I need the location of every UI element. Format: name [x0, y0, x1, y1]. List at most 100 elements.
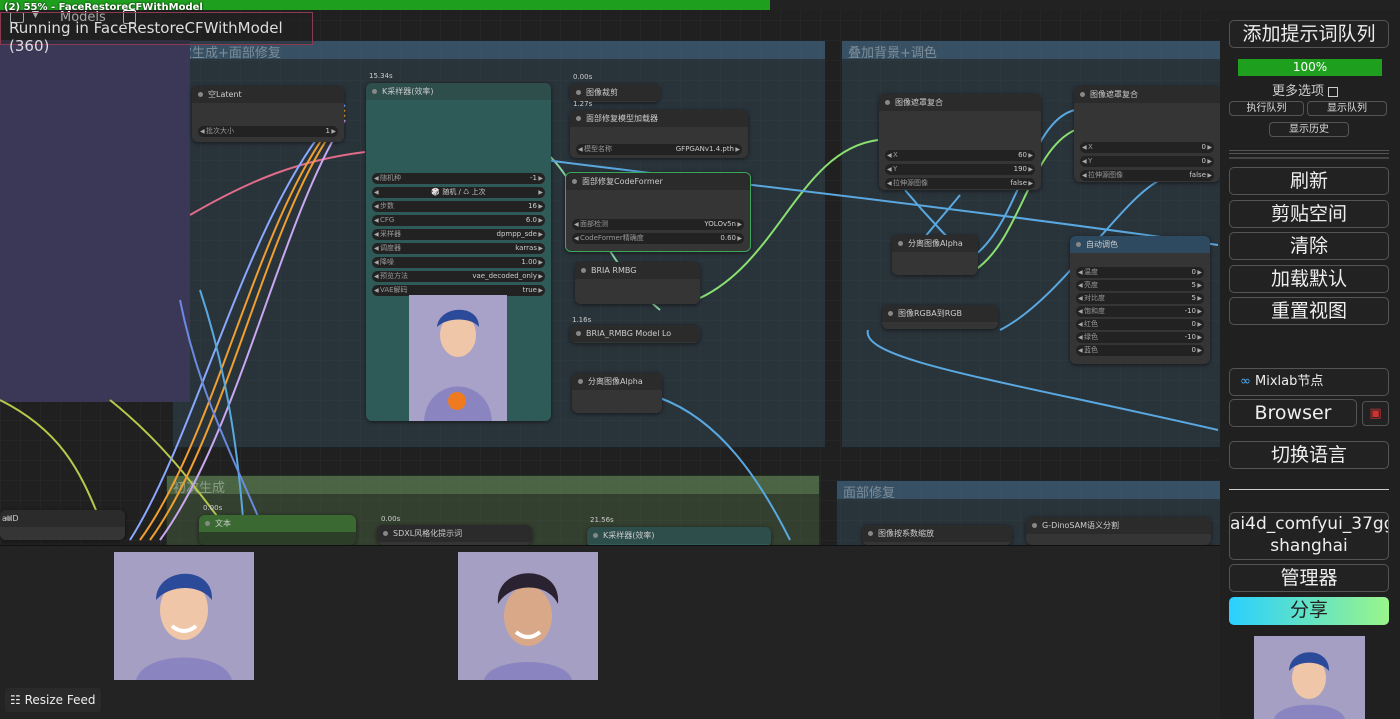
node-ksampler-2[interactable]: K采样器(效率)	[587, 527, 771, 545]
browser-button[interactable]: Browser	[1229, 399, 1357, 427]
node-split-alpha[interactable]: 分离图像Alpha	[892, 235, 978, 275]
widget-value: 1.00	[521, 258, 537, 266]
temperature-widget[interactable]: 温度 0	[1076, 267, 1204, 278]
manager-button[interactable]: 管理器	[1229, 564, 1389, 592]
node-title: 自动调色	[1070, 236, 1210, 253]
node-title: 图像遮罩复合	[1074, 86, 1220, 103]
widget-label: 拉伸源图像	[1088, 171, 1123, 179]
sampler-widget[interactable]: 采样器 dpmpp_sde	[372, 229, 545, 240]
node-mask-composite[interactable]: 图像遮罩复合 X0 Y0 拉伸源图像false	[1074, 86, 1220, 182]
node-codeformer[interactable]: 面部修复CodeFormer 面部检测 YOLOv5n CodeFormer精确度…	[565, 172, 751, 252]
clear-button[interactable]: 清除	[1229, 232, 1389, 260]
contrast-widget[interactable]: 对比度 5	[1076, 293, 1204, 304]
seed-widget[interactable]: 随机种 -1	[372, 173, 545, 184]
denoise-widget[interactable]: 降噪 1.00	[372, 257, 545, 268]
queue-prompt-button[interactable]: 添加提示词队列	[1229, 20, 1389, 48]
model-name-widget[interactable]: 模型名称 GFPGANv1.4.pth	[576, 144, 742, 155]
seed-random-button[interactable]: 🎲 随机 / ♺ 上次	[372, 187, 545, 198]
latest-output-thumbnail[interactable]	[1254, 636, 1365, 719]
node-title: 文本	[199, 515, 356, 532]
node-ksampler[interactable]: K采样器(效率) 随机种 -1 🎲 随机 / ♺ 上次 步数 16 CFG 6.0 采…	[366, 83, 551, 421]
steps-widget[interactable]: 步数 16	[372, 201, 545, 212]
resize-source-widget[interactable]: 拉伸源图像 false	[885, 178, 1035, 189]
widget-value: 🎲 随机 / ♺ 上次	[431, 188, 486, 196]
cfg-widget[interactable]: CFG 6.0	[372, 215, 545, 226]
exec-queue-button[interactable]: 执行队列	[1229, 101, 1304, 116]
node-bria-rmbg[interactable]: BRIA RMBG	[575, 262, 700, 304]
divider	[1229, 157, 1389, 159]
scheduler-widget[interactable]: 调度器 karras	[372, 243, 545, 254]
divider	[1229, 150, 1389, 154]
y-widget[interactable]: Y0	[1080, 156, 1214, 167]
load-default-button[interactable]: 加载默认	[1229, 265, 1389, 293]
widget-label: X	[1088, 143, 1093, 151]
widget-label: 红色	[1084, 320, 1098, 328]
node-title: 面部修复模型加载器	[570, 110, 748, 127]
node-title: BRIA RMBG	[575, 262, 700, 279]
blue-widget[interactable]: 蓝色 0	[1076, 345, 1204, 356]
switch-language-button[interactable]: 切换语言	[1229, 441, 1389, 469]
node-image-scale[interactable]: 图像按系数缩放	[862, 525, 1012, 545]
refresh-button[interactable]: 刷新	[1229, 167, 1389, 195]
node-title: 面部修复CodeFormer	[566, 173, 750, 190]
x-widget[interactable]: X 60	[885, 150, 1035, 161]
face-detection-widget[interactable]: 面部检测 YOLOv5n	[572, 219, 744, 230]
feed-image[interactable]	[114, 552, 254, 680]
user-info-button[interactable]: ai4d_comfyui_37gg shanghai	[1229, 512, 1389, 560]
reset-view-button[interactable]: 重置视图	[1229, 297, 1389, 325]
widget-value: -1	[530, 174, 537, 182]
batch-size-widget[interactable]: 批次大小 1	[198, 126, 338, 137]
widget-value: dpmpp_sde	[496, 230, 538, 238]
checkbox-icon[interactable]	[1328, 86, 1339, 97]
resize-feed-button[interactable]: ☷ Resize Feed	[5, 688, 101, 712]
widget-label: VAE解码	[380, 286, 408, 294]
saturation-widget[interactable]: 饱和度 -10	[1076, 306, 1204, 317]
more-options-label[interactable]: 更多选项	[1272, 80, 1339, 99]
node-empty-latent[interactable]: 空Latent 批次大小 1	[192, 86, 344, 142]
node-title: K采样器(效率)	[366, 83, 551, 100]
wire	[149, 114, 346, 541]
widget-label: 模型名称	[584, 145, 612, 153]
widget-label: 饱和度	[1084, 307, 1105, 315]
brightness-widget[interactable]: 亮度 5	[1076, 280, 1204, 291]
node-sdxl-style[interactable]: SDXL风格化提示词	[377, 525, 532, 545]
node-partial-left[interactable]: atID	[0, 510, 125, 540]
node-face-restore-loader[interactable]: 面部修复模型加载器 模型名称 GFPGANv1.4.pth	[570, 110, 748, 158]
node-rgba-to-rgb[interactable]: 图像RGBA到RGB	[882, 305, 998, 329]
green-widget[interactable]: 绿色 -10	[1076, 332, 1204, 343]
preview-method-widget[interactable]: 预览方法 vae_decoded_only	[372, 271, 545, 282]
node-split-alpha[interactable]: 分离图像Alpha	[572, 373, 662, 413]
red-widget[interactable]: 红色 0	[1076, 319, 1204, 330]
feed-image[interactable]	[458, 552, 598, 680]
wire	[0, 399, 101, 521]
fidelity-widget[interactable]: CodeFormer精确度 0.60	[572, 233, 744, 244]
mixlab-button[interactable]: ∞ Mixlab节点	[1229, 368, 1389, 396]
resize-source-widget[interactable]: 拉伸源图像 false	[1080, 170, 1214, 181]
x-widget[interactable]: X0	[1080, 142, 1214, 153]
widget-value: false	[1010, 179, 1027, 187]
queue-progress: 100%	[1238, 59, 1382, 76]
user-location: shanghai	[1270, 536, 1348, 556]
widget-label: 亮度	[1084, 281, 1098, 289]
show-history-button[interactable]: 显示历史	[1269, 122, 1349, 137]
node-mask-composite[interactable]: 图像遮罩复合 X 60 Y 190 拉伸源图像 false	[879, 94, 1041, 190]
node-dino-sam[interactable]: G-DinoSAM语义分割	[1026, 517, 1211, 545]
y-widget[interactable]: Y 190	[885, 164, 1035, 175]
wire	[179, 299, 271, 545]
widget-value: vae_decoded_only	[472, 272, 537, 280]
node-canvas[interactable]: 次生成+面部修复 叠加背景+调色 初次生成 面部修复 空Latent ◀ 批次大…	[0, 0, 1220, 545]
node-bria-loader[interactable]: BRIA_RMBG Model Lo	[570, 325, 700, 343]
share-button[interactable]: 分享	[1229, 597, 1389, 625]
clipspace-button[interactable]: 剪贴空间	[1229, 200, 1389, 228]
portrait-illustration	[136, 573, 232, 680]
node-auto-color[interactable]: 自动调色 温度 0 亮度 5 对比度 5 饱和度 -10 红色 0 绿色 -10 蓝色 0	[1070, 236, 1210, 364]
show-queue-button[interactable]: 显示队列	[1307, 101, 1387, 116]
queue-progress-text: 100%	[1292, 60, 1328, 74]
node-title: SDXL风格化提示词	[377, 525, 532, 542]
widget-value: 60	[1018, 151, 1027, 159]
portrait-illustration	[1274, 652, 1345, 719]
save-icon[interactable]: ▣	[1362, 401, 1389, 426]
node-text[interactable]: 文本	[199, 515, 356, 545]
widget-label: 批次大小	[206, 127, 234, 135]
node-title: 分离图像Alpha	[892, 235, 978, 252]
